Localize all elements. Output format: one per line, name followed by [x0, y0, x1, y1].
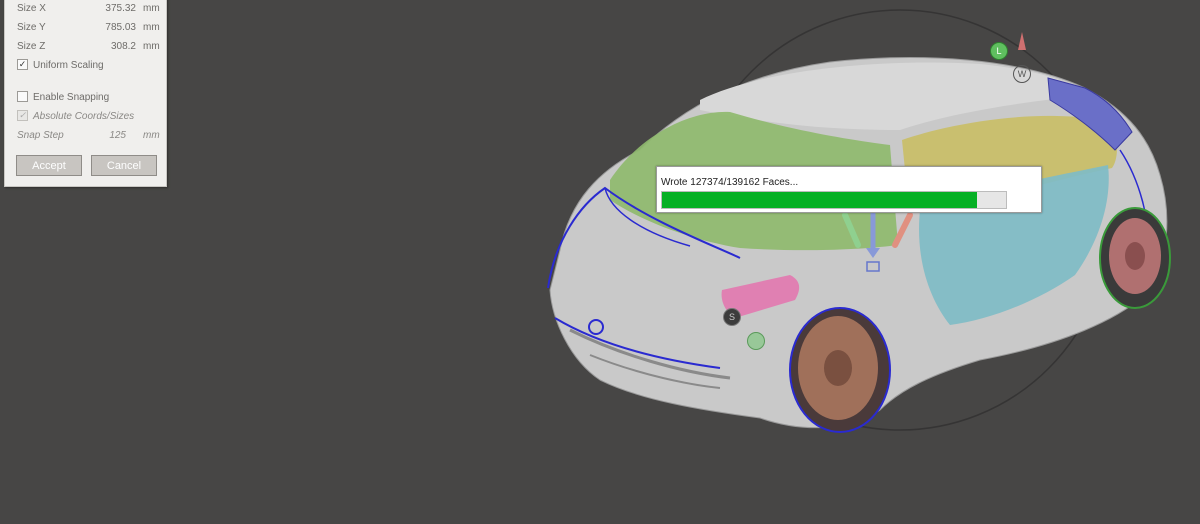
size-z-row: Size Z 308.2 mm	[17, 40, 160, 54]
snap-step-label: Snap Step	[17, 130, 64, 141]
size-z-unit: mm	[143, 41, 160, 52]
absolute-coords-label: Absolute Coords/Sizes	[33, 111, 135, 122]
cancel-button[interactable]: Cancel	[91, 155, 157, 176]
absolute-coords-checkbox: ✓ Absolute Coords/Sizes	[17, 109, 135, 124]
3d-viewport[interactable]: L W S	[0, 0, 1200, 524]
accept-button[interactable]: Accept	[16, 155, 82, 176]
export-progress-dialog: Wrote 127374/139162 Faces...	[656, 166, 1042, 213]
size-y-value[interactable]: 785.03	[76, 21, 136, 35]
size-y-row: Size Y 785.03 mm	[17, 21, 160, 35]
progress-bar	[661, 191, 1007, 209]
size-x-value[interactable]: 375.32	[76, 2, 136, 16]
absolute-coords-check-icon: ✓	[17, 109, 28, 121]
snap-step-row: Snap Step 125 mm	[17, 129, 160, 143]
size-z-label: Size Z	[17, 41, 46, 52]
gizmo-handle-w[interactable]: W	[1013, 65, 1031, 83]
size-x-unit: mm	[143, 3, 160, 14]
snap-step-unit: mm	[143, 130, 160, 141]
gizmo-handle-w-label: W	[1017, 69, 1027, 79]
size-z-value[interactable]: 308.2	[76, 40, 136, 54]
size-x-label: Size X	[17, 3, 46, 14]
progress-message: Wrote 127374/139162 Faces...	[661, 177, 799, 188]
transform-panel: Size X 375.32 mm Size Y 785.03 mm Size Z…	[4, 0, 167, 187]
gizmo-handle-s-label: S	[728, 312, 735, 322]
gizmo-handle-l[interactable]: L	[990, 42, 1008, 60]
uniform-scaling-checkbox[interactable]: ✓ Uniform Scaling	[17, 58, 104, 73]
uniform-scaling-label: Uniform Scaling	[33, 60, 104, 71]
enable-snapping-label: Enable Snapping	[33, 92, 110, 103]
size-x-row: Size X 375.32 mm	[17, 2, 160, 16]
uniform-scaling-check-icon: ✓	[17, 58, 28, 70]
snap-step-value: 125	[109, 130, 126, 141]
gizmo-handle-l-label: L	[996, 46, 1002, 56]
enable-snapping-checkbox[interactable]: Enable Snapping	[17, 90, 110, 105]
gizmo-handle-green[interactable]	[747, 332, 765, 350]
size-y-label: Size Y	[17, 22, 46, 33]
size-y-unit: mm	[143, 22, 160, 33]
gizmo-handle-s[interactable]: S	[723, 308, 741, 326]
progress-bar-fill	[662, 192, 977, 208]
enable-snapping-box-icon	[17, 90, 28, 102]
